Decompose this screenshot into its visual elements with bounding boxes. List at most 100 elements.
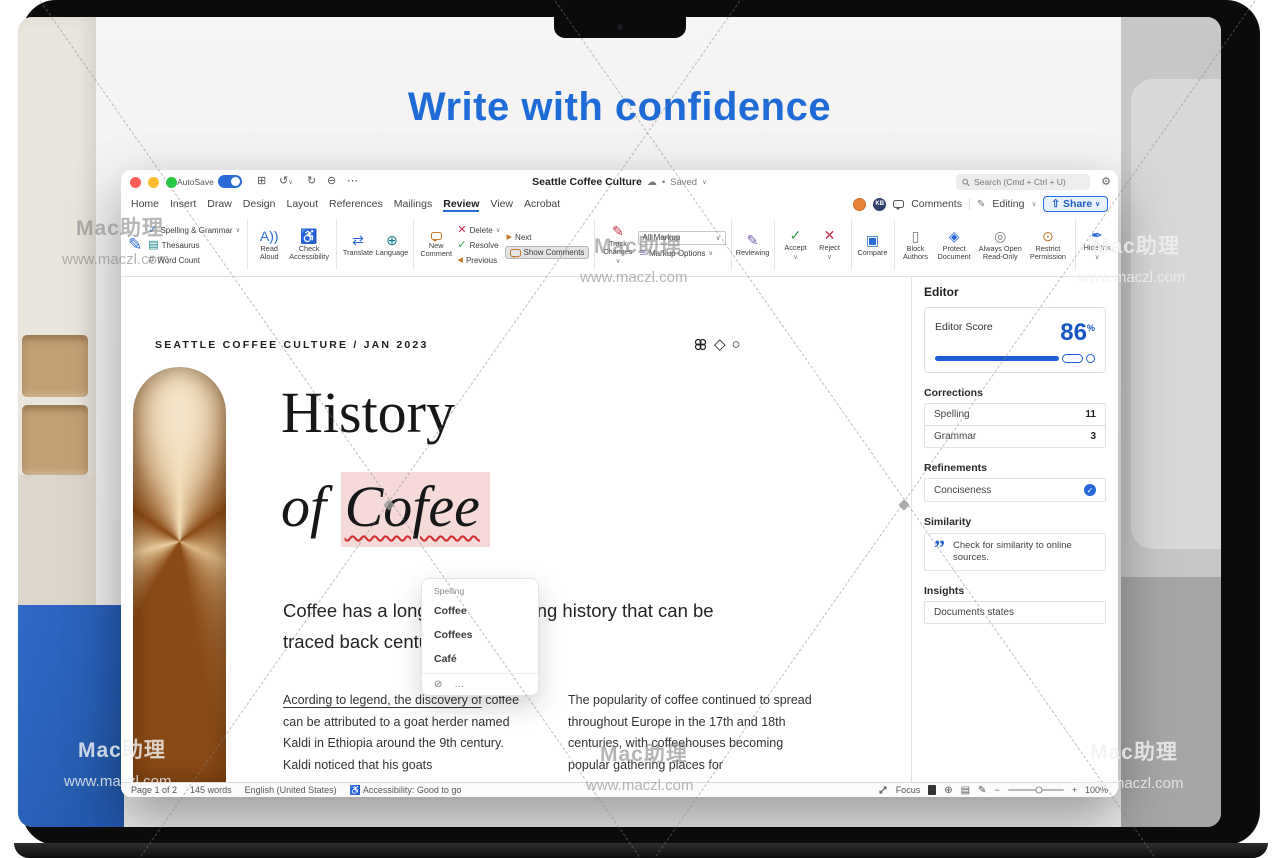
misspelled-word[interactable]: Cofee [341, 472, 490, 547]
print-icon[interactable]: ⊖ [327, 174, 336, 189]
collaborator-avatar[interactable] [853, 198, 866, 211]
page-indicator[interactable]: Page 1 of 2 [131, 785, 177, 795]
redo-icon[interactable]: ↻ [307, 174, 316, 189]
word-window: AutoSave ⊞ ↺∨ ↻ ⊖ ⋯ Seattle Coffee Cultu… [121, 170, 1118, 797]
tab-home[interactable]: Home [131, 196, 159, 212]
share-button[interactable]: ⇧ Share ∨ [1043, 196, 1108, 212]
saved-caret-icon[interactable]: ∨ [702, 178, 707, 186]
similarity-card[interactable]: ” Check for similarity to online sources… [924, 533, 1106, 571]
print-layout-view-icon[interactable] [928, 785, 936, 795]
tab-draw[interactable]: Draw [207, 196, 232, 212]
read-aloud-button[interactable]: A))Read Aloud [253, 229, 285, 261]
grammar-count: 3 [1090, 431, 1096, 442]
focus-button[interactable]: Focus [896, 785, 921, 795]
markup-options-button[interactable]: ≡Markup Options∨ [638, 247, 726, 260]
popup-footer: ⊘ … [422, 673, 538, 695]
suggestion-item[interactable]: Coffees [434, 629, 473, 641]
editor-pen-icon[interactable]: ✎ [128, 235, 142, 255]
refinements-heading: Refinements [924, 462, 1106, 474]
toolbar-grid-icon[interactable]: ⊞ [257, 174, 266, 189]
tab-mailings[interactable]: Mailings [394, 196, 433, 212]
resolve-comment-button[interactable]: ✓Resolve [455, 239, 502, 252]
more-toolbar-icon[interactable]: ⋯ [347, 174, 358, 189]
undo-icon[interactable]: ↺∨ [279, 174, 293, 190]
correction-row-spelling[interactable]: Spelling 11 [924, 403, 1106, 426]
search-box[interactable] [956, 174, 1090, 190]
word-count-button[interactable]: #Word Count [146, 254, 242, 267]
latte-art-image [133, 367, 226, 782]
protect-document-button[interactable]: ◈Protect Document [934, 229, 975, 261]
wallpaper-drawer [22, 405, 88, 475]
outline-view-icon[interactable]: ▤ [961, 785, 970, 796]
web-layout-view-icon[interactable]: ⊕ [944, 785, 952, 796]
language-indicator[interactable]: English (United States) [245, 785, 337, 795]
divider [594, 220, 595, 270]
translate-button[interactable]: ⇄Translate [342, 233, 374, 257]
wallpaper-blue-table [18, 605, 124, 827]
editor-panel: Editor Editor Score 86% Corrections [911, 277, 1118, 782]
tab-review[interactable]: Review [443, 196, 479, 212]
accessibility-indicator[interactable]: ♿ Accessibility: Good to go [350, 785, 462, 796]
document-kicker: SEATTLE COFFEE CULTURE / JAN 2023 [155, 339, 429, 351]
compare-button[interactable]: ▣Compare [857, 233, 889, 257]
zoom-slider[interactable] [1008, 789, 1064, 791]
comments-button[interactable]: Comments [911, 198, 962, 210]
zoom-level[interactable]: 100% [1085, 785, 1108, 795]
reviewing-pane-button[interactable]: ✎Reviewing [737, 233, 769, 257]
hide-ink-button[interactable]: ✒Hide Ink∨ [1081, 228, 1113, 262]
zoom-out-icon[interactable]: − [994, 785, 999, 795]
wallpaper-wall-panel [1131, 79, 1221, 549]
search-icon [962, 178, 970, 187]
insights-row[interactable]: Documents states [924, 601, 1106, 624]
zoom-slider-knob[interactable] [1035, 787, 1042, 794]
check-accessibility-button[interactable]: ♿Check Accessibility [287, 229, 331, 261]
next-comment-button[interactable]: ▸Next [505, 231, 590, 244]
suggestion-item[interactable]: Coffee [434, 605, 467, 617]
tab-view[interactable]: View [490, 196, 513, 212]
previous-comment-button[interactable]: ◂Previous [455, 254, 502, 267]
document-page[interactable]: SEATTLE COFFEE CULTURE / JAN 2023 ◇ ○ Hi… [121, 277, 911, 782]
restrict-permission-button[interactable]: ⊙Restrict Permission [1026, 229, 1070, 261]
suggestion-item[interactable]: Café [434, 653, 457, 665]
show-comments-button[interactable]: Show Comments [505, 246, 590, 259]
wallpaper-wall-shadow [1121, 577, 1221, 827]
tab-references[interactable]: References [329, 196, 383, 212]
refinement-row-conciseness[interactable]: Conciseness ✓ [924, 478, 1106, 502]
thesaurus-button[interactable]: ▤Thesaurus [146, 239, 242, 252]
always-open-read-only-button[interactable]: ◎Always Open Read-Only [977, 229, 1024, 261]
tab-acrobat[interactable]: Acrobat [524, 196, 560, 212]
tab-insert[interactable]: Insert [170, 196, 196, 212]
block-authors-button[interactable]: ▯Block Authors [900, 229, 932, 261]
proofing-group: ✓Spelling & Grammar∨ ▤Thesaurus #Word Co… [146, 224, 242, 267]
more-options-icon[interactable]: … [454, 679, 464, 690]
correction-row-grammar[interactable]: Grammar 3 [924, 425, 1106, 448]
globe-icon: ⊕ [386, 233, 398, 247]
zoom-window-button[interactable] [166, 177, 177, 188]
settings-icon[interactable]: ⚙ [1101, 175, 1111, 188]
autosave-toggle[interactable] [218, 175, 242, 188]
shield-icon: ◈ [949, 229, 960, 243]
zoom-in-icon[interactable]: + [1072, 785, 1077, 795]
language-button[interactable]: ⊕Language [376, 233, 408, 257]
collaborator-avatar[interactable]: KB [873, 198, 886, 211]
draft-view-icon[interactable]: ✎ [978, 785, 986, 796]
tab-design[interactable]: Design [243, 196, 276, 212]
new-comment-button[interactable]: New Comment [419, 232, 453, 258]
spelling-grammar-button[interactable]: ✓Spelling & Grammar∨ [146, 224, 242, 237]
delete-comment-button[interactable]: ✕Delete∨ [455, 224, 502, 237]
minimize-window-button[interactable] [148, 177, 159, 188]
ignore-icon[interactable]: ⊘ [434, 679, 442, 690]
track-changes-button[interactable]: ✎Track Changes∨ [600, 224, 635, 266]
quote-icon: ” [934, 540, 945, 556]
accept-change-button[interactable]: ✓Accept∨ [780, 228, 812, 262]
search-input[interactable] [974, 177, 1084, 187]
divider [731, 220, 732, 270]
reject-change-button[interactable]: ✕Reject∨ [814, 228, 846, 262]
all-markup-dropdown[interactable]: All Markup∨ [638, 231, 726, 245]
word-count-indicator[interactable]: 145 words [190, 785, 232, 795]
editing-mode-button[interactable]: Editing [992, 198, 1024, 210]
editing-caret-icon[interactable]: ∨ [1031, 200, 1036, 208]
document-area: SEATTLE COFFEE CULTURE / JAN 2023 ◇ ○ Hi… [121, 277, 1118, 782]
close-window-button[interactable] [130, 177, 141, 188]
tab-layout[interactable]: Layout [286, 196, 318, 212]
